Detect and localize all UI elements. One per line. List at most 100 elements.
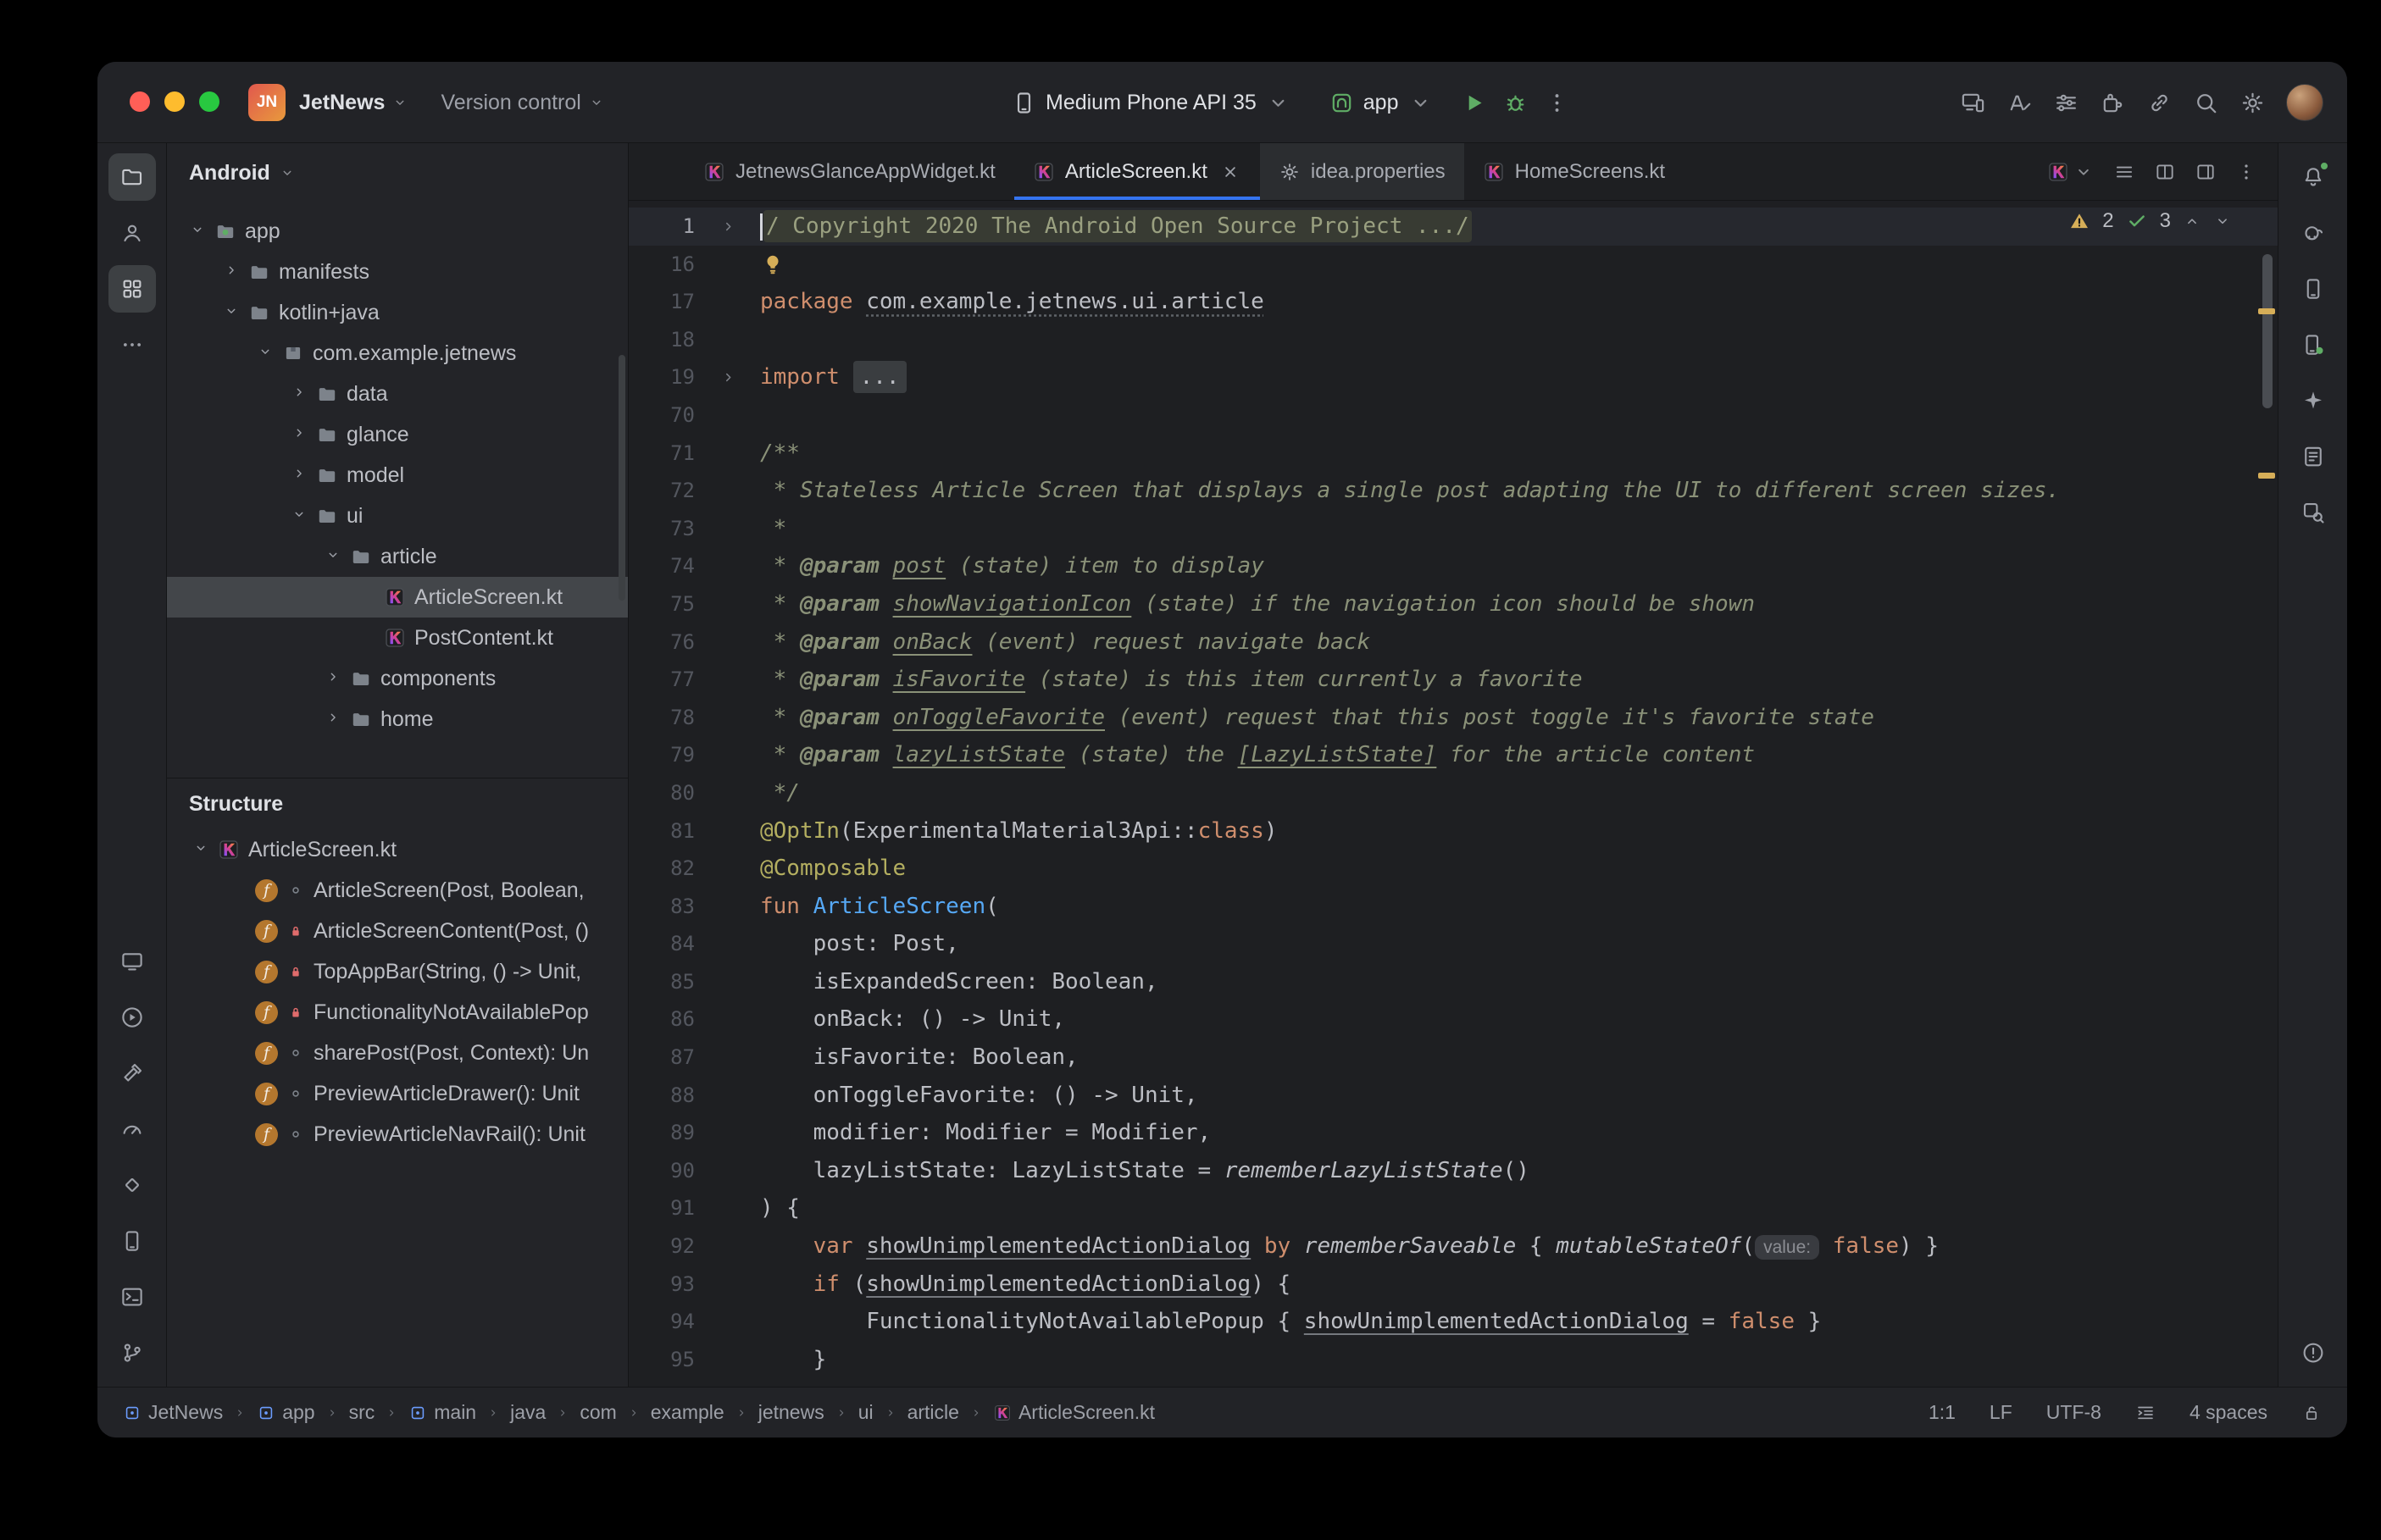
tree-item[interactable]: home (167, 699, 628, 740)
code-line[interactable]: 92 var showUnimplementedActionDialog by … (629, 1227, 2278, 1266)
editor-layout-button[interactable] (2195, 161, 2217, 183)
emulator-button[interactable] (108, 1217, 156, 1265)
line-number[interactable]: 87 (629, 1039, 695, 1077)
code-line[interactable]: 73 * (629, 510, 2278, 548)
code-line[interactable]: 87 isFavorite: Boolean, (629, 1039, 2278, 1077)
code-line[interactable]: 78 * @param onToggleFavorite (event) req… (629, 699, 2278, 737)
line-number[interactable]: 85 (629, 963, 695, 1001)
chevron-right-icon[interactable] (291, 463, 308, 488)
code-line[interactable]: 76 * @param onBack (event) request navig… (629, 623, 2278, 662)
tree-item[interactable]: manifests (167, 252, 628, 292)
line-number[interactable]: 74 (629, 547, 695, 585)
problems-button[interactable] (2289, 1329, 2337, 1377)
line-number[interactable]: 73 (629, 510, 695, 548)
structure-item[interactable]: fPreviewArticleDrawer(): Unit (167, 1073, 628, 1114)
line-number[interactable]: 93 (629, 1266, 695, 1304)
line-number[interactable]: 90 (629, 1152, 695, 1190)
code-line[interactable]: 94 FunctionalityNotAvailablePopup { show… (629, 1303, 2278, 1341)
code-line[interactable]: 75 * @param showNavigationIcon (state) i… (629, 585, 2278, 623)
line-number[interactable]: 95 (629, 1341, 695, 1379)
code-line[interactable]: 74 * @param post (state) item to display (629, 547, 2278, 585)
tree-item[interactable]: glance (167, 414, 628, 455)
breadcrumb-item[interactable]: java (510, 1401, 546, 1424)
indent-setting[interactable]: 4 spaces (2190, 1401, 2267, 1424)
structure-item[interactable]: fsharePost(Post, Context): Un (167, 1033, 628, 1073)
chevron-right-icon[interactable] (223, 260, 240, 285)
running-devices-button[interactable] (108, 938, 156, 985)
code-line[interactable]: 83fun ArticleScreen( (629, 888, 2278, 926)
code-line[interactable]: 82@Composable (629, 850, 2278, 888)
tree-item[interactable]: app (167, 211, 628, 252)
profiler-button[interactable] (108, 1105, 156, 1153)
run-button[interactable] (1461, 90, 1487, 116)
editor-scrollbar[interactable] (2262, 254, 2273, 408)
code-line[interactable]: 71/** (629, 435, 2278, 473)
breadcrumb-item[interactable]: app (257, 1401, 314, 1424)
chevron-down-icon[interactable] (192, 838, 209, 862)
structure-item[interactable]: fTopAppBar(String, () -> Unit, (167, 951, 628, 992)
code-line[interactable]: 80 */ (629, 774, 2278, 812)
structure-item[interactable]: fArticleScreenContent(Post, () (167, 911, 628, 951)
debug-button[interactable] (1502, 90, 1529, 116)
code-line[interactable]: 17package com.example.jetnews.ui.article (629, 283, 2278, 321)
lock-open-icon[interactable] (2301, 1403, 2322, 1423)
warning-stripe-mark[interactable] (2258, 473, 2275, 479)
line-number[interactable]: 94 (629, 1303, 695, 1341)
pull-requests-button[interactable] (108, 209, 156, 257)
tree-item[interactable]: ArticleScreen.kt (167, 577, 628, 618)
line-number[interactable]: 88 (629, 1077, 695, 1115)
terminal-button[interactable] (108, 1273, 156, 1321)
structure-item[interactable]: fFunctionalityNotAvailablePop (167, 992, 628, 1033)
code-line[interactable]: 93 if (showUnimplementedActionDialog) { (629, 1266, 2278, 1304)
line-number[interactable]: 75 (629, 585, 695, 623)
breadcrumb-item[interactable]: example (651, 1401, 724, 1424)
line-number[interactable]: 80 (629, 774, 695, 812)
code-line[interactable]: 72 * Stateless Article Screen that displ… (629, 472, 2278, 510)
code-line[interactable]: 84 post: Post, (629, 925, 2278, 963)
tree-item[interactable]: data (167, 374, 628, 414)
fold-marker-icon[interactable] (695, 208, 752, 246)
editor-tab[interactable]: idea.properties (1260, 143, 1464, 200)
structure-item[interactable]: fArticleScreen(Post, Boolean, (167, 870, 628, 911)
code-line[interactable]: 95 } (629, 1341, 2278, 1379)
tab-list-button[interactable] (2113, 161, 2135, 183)
code-line[interactable]: 86 onBack: () -> Unit, (629, 1000, 2278, 1039)
prev-problem-button[interactable] (2183, 212, 2201, 230)
more-actions-button[interactable] (1544, 90, 1570, 116)
chevron-down-icon[interactable] (257, 341, 274, 366)
line-number[interactable]: 83 (629, 888, 695, 926)
line-number[interactable]: 70 (629, 396, 695, 435)
line-number[interactable]: 92 (629, 1227, 695, 1266)
chevron-right-icon[interactable] (291, 423, 308, 447)
code-line[interactable]: 85 isExpandedScreen: Boolean, (629, 963, 2278, 1001)
line-number[interactable]: 89 (629, 1114, 695, 1152)
code-line[interactable]: 89 modifier: Modifier = Modifier, (629, 1114, 2278, 1152)
build-options-button[interactable] (2053, 90, 2079, 116)
line-number[interactable]: 72 (629, 472, 695, 510)
line-number[interactable]: 84 (629, 925, 695, 963)
line-number[interactable]: 76 (629, 623, 695, 662)
file-encoding[interactable]: UTF-8 (2046, 1401, 2101, 1424)
search-everywhere-button[interactable] (2193, 90, 2219, 116)
device-selector[interactable]: Medium Phone API 35 (1011, 90, 1291, 116)
line-number[interactable]: 86 (629, 1000, 695, 1039)
line-number[interactable]: 19 (629, 358, 695, 396)
line-number[interactable]: 16 (629, 246, 695, 284)
chevron-down-icon[interactable] (291, 504, 308, 529)
next-problem-button[interactable] (2213, 212, 2232, 230)
more-tool-windows-button[interactable] (108, 321, 156, 368)
vcs-menu[interactable]: Version control (441, 91, 604, 115)
tree-item[interactable]: ui (167, 496, 628, 536)
tree-item[interactable]: article (167, 536, 628, 577)
tree-item[interactable]: com.example.jetnews (167, 333, 628, 374)
close-window-button[interactable] (130, 91, 150, 112)
zoom-window-button[interactable] (199, 91, 219, 112)
code-line[interactable]: 81@OptIn(ExperimentalMaterial3Api::class… (629, 812, 2278, 850)
current-file-dropdown-button[interactable] (2047, 161, 2095, 183)
logcat-button[interactable] (2289, 433, 2337, 480)
line-number[interactable]: 1 (629, 208, 695, 246)
tree-item[interactable]: components (167, 658, 628, 699)
tree-item[interactable]: model (167, 455, 628, 496)
tree-item[interactable]: PostContent.kt (167, 618, 628, 658)
line-number[interactable]: 17 (629, 283, 695, 321)
